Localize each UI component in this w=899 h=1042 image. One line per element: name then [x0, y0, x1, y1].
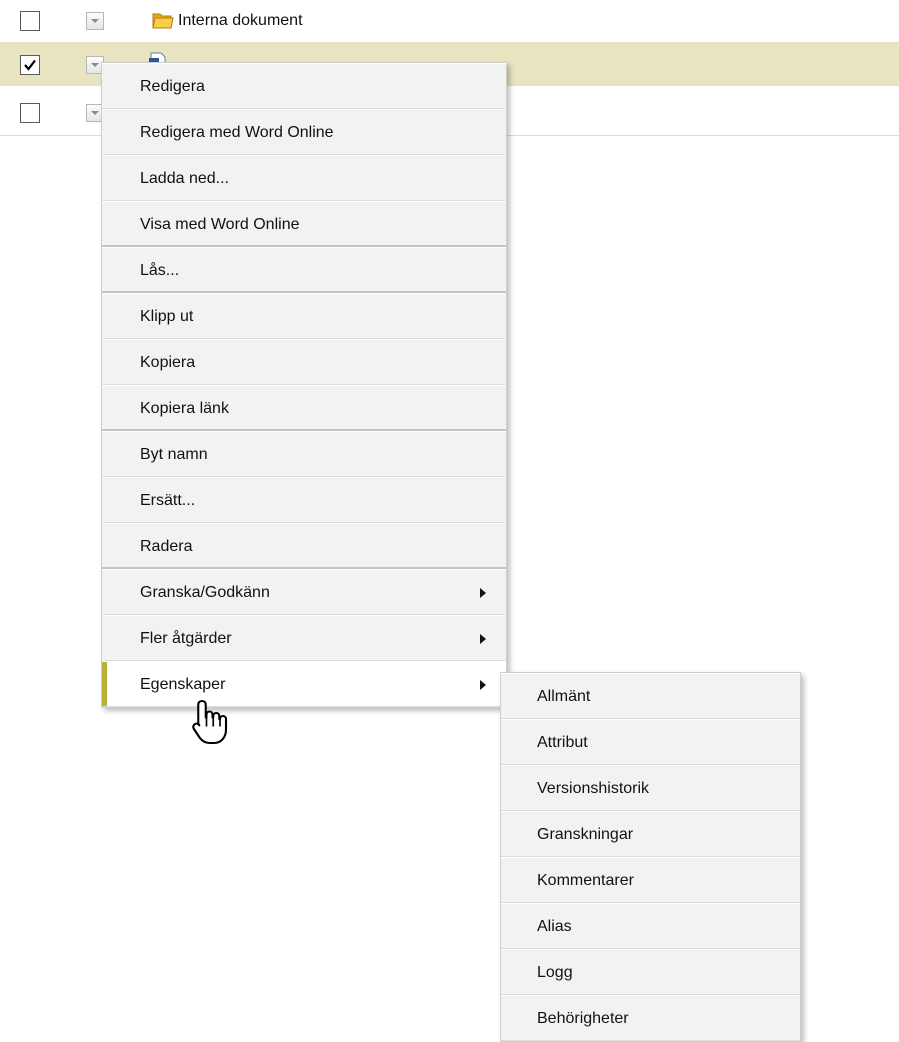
checkmark-icon	[24, 59, 36, 71]
menu-item-egenskaper[interactable]: Egenskaper	[102, 661, 506, 707]
submenu-item-attribut[interactable]: Attribut	[501, 719, 800, 765]
submenu-item-logg[interactable]: Logg	[501, 949, 800, 995]
submenu-arrow-icon	[480, 680, 486, 690]
submenu-arrow-icon	[480, 588, 486, 598]
menu-item-kopiera-lank[interactable]: Kopiera länk	[102, 385, 506, 431]
submenu-item-versionshistorik[interactable]: Versionshistorik	[501, 765, 800, 811]
file-name[interactable]: Interna dokument	[178, 12, 303, 30]
submenu-item-behorigheter[interactable]: Behörigheter	[501, 995, 800, 1041]
menu-item-granska-godkann[interactable]: Granska/Godkänn	[102, 569, 506, 615]
row-checkbox[interactable]	[20, 11, 40, 31]
menu-item-visa-word-online[interactable]: Visa med Word Online	[102, 201, 506, 247]
submenu-item-alias[interactable]: Alias	[501, 903, 800, 949]
folder-icon	[152, 13, 174, 29]
properties-submenu: Allmänt Attribut Versionshistorik Gransk…	[500, 672, 801, 1042]
hand-pointer-icon	[192, 699, 228, 745]
menu-item-ersatt[interactable]: Ersätt...	[102, 477, 506, 523]
file-browser: Interna dokument Redigera Redigera med W…	[0, 0, 899, 1042]
menu-item-label: Granska/Godkänn	[140, 584, 270, 601]
context-menu: Redigera Redigera med Word Online Ladda …	[101, 62, 507, 708]
row-menu-button[interactable]	[86, 12, 104, 30]
row-checkbox[interactable]	[20, 103, 40, 123]
menu-item-radera[interactable]: Radera	[102, 523, 506, 569]
menu-item-label: Fler åtgärder	[140, 630, 232, 647]
menu-item-kopiera[interactable]: Kopiera	[102, 339, 506, 385]
menu-item-byt-namn[interactable]: Byt namn	[102, 431, 506, 477]
menu-item-label: Egenskaper	[140, 676, 226, 693]
submenu-item-granskningar[interactable]: Granskningar	[501, 811, 800, 857]
menu-item-ladda-ned[interactable]: Ladda ned...	[102, 155, 506, 201]
menu-item-las[interactable]: Lås...	[102, 247, 506, 293]
submenu-item-kommentarer[interactable]: Kommentarer	[501, 857, 800, 903]
file-row[interactable]: Interna dokument	[0, 0, 899, 44]
menu-item-fler-atgarder[interactable]: Fler åtgärder	[102, 615, 506, 661]
menu-item-redigera[interactable]: Redigera	[102, 63, 506, 109]
menu-item-redigera-word-online[interactable]: Redigera med Word Online	[102, 109, 506, 155]
submenu-item-allmant[interactable]: Allmänt	[501, 673, 800, 719]
row-checkbox-checked[interactable]	[20, 55, 40, 75]
menu-item-klipp-ut[interactable]: Klipp ut	[102, 293, 506, 339]
submenu-arrow-icon	[480, 634, 486, 644]
